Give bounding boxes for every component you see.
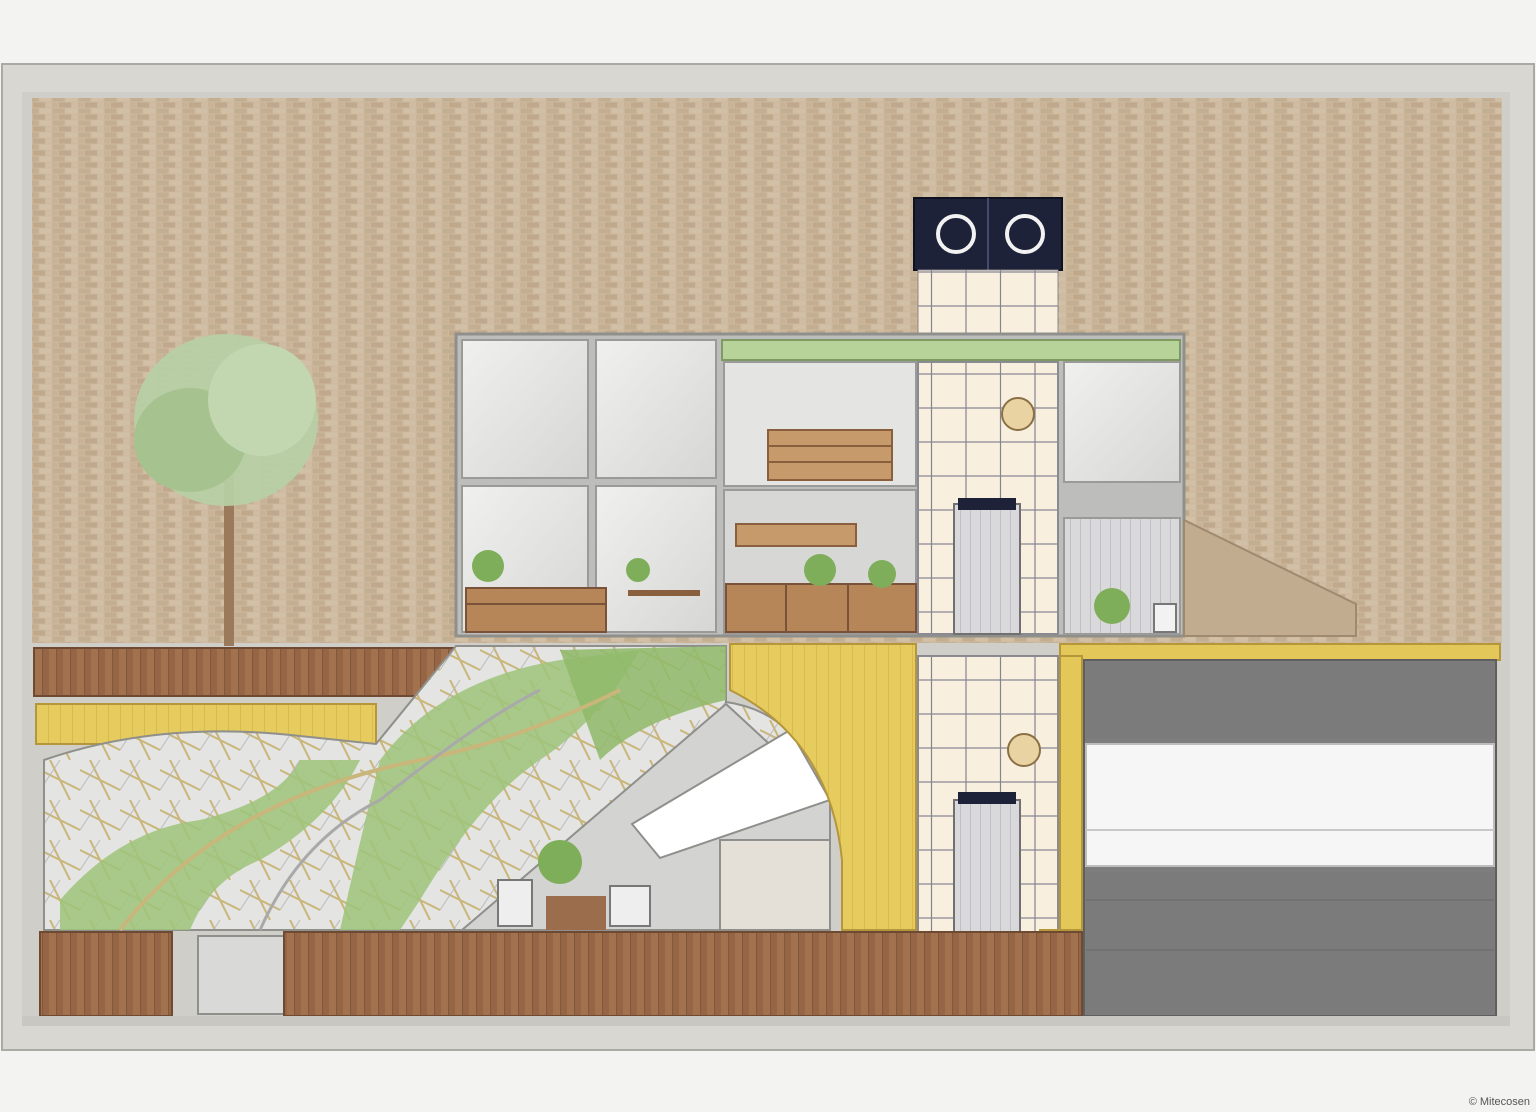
- plant-icon: [868, 560, 896, 588]
- ground-line: [22, 1016, 1510, 1026]
- upper-glass-volume: [454, 332, 1186, 638]
- wall-clock-icon: [1007, 733, 1041, 767]
- yellow-lintel: [1059, 643, 1501, 661]
- rooftop-vent-stack: [913, 197, 1063, 335]
- entry-stair: [197, 935, 285, 1015]
- plant-icon: [626, 558, 650, 582]
- section-canvas: [0, 0, 1536, 1112]
- wood-fence-base: [283, 931, 1083, 1017]
- yellow-jamb: [1059, 655, 1083, 943]
- tiled-service-core: [917, 655, 1059, 933]
- wood-fence-left: [39, 931, 173, 1017]
- plant-icon: [538, 840, 582, 884]
- wall-clock-icon: [1001, 397, 1035, 431]
- plant-icon: [804, 554, 836, 586]
- plant-icon: [1094, 588, 1130, 624]
- credit-text: © Mitecosen: [1468, 1096, 1530, 1108]
- plant-icon: [472, 550, 504, 582]
- garage-door: [1083, 659, 1497, 1017]
- vent-fan-icon: [936, 214, 976, 254]
- wood-fascia-upper: [33, 647, 455, 697]
- architectural-section-drawing: © Mitecosen: [0, 0, 1536, 1112]
- vent-fan-icon: [1005, 214, 1045, 254]
